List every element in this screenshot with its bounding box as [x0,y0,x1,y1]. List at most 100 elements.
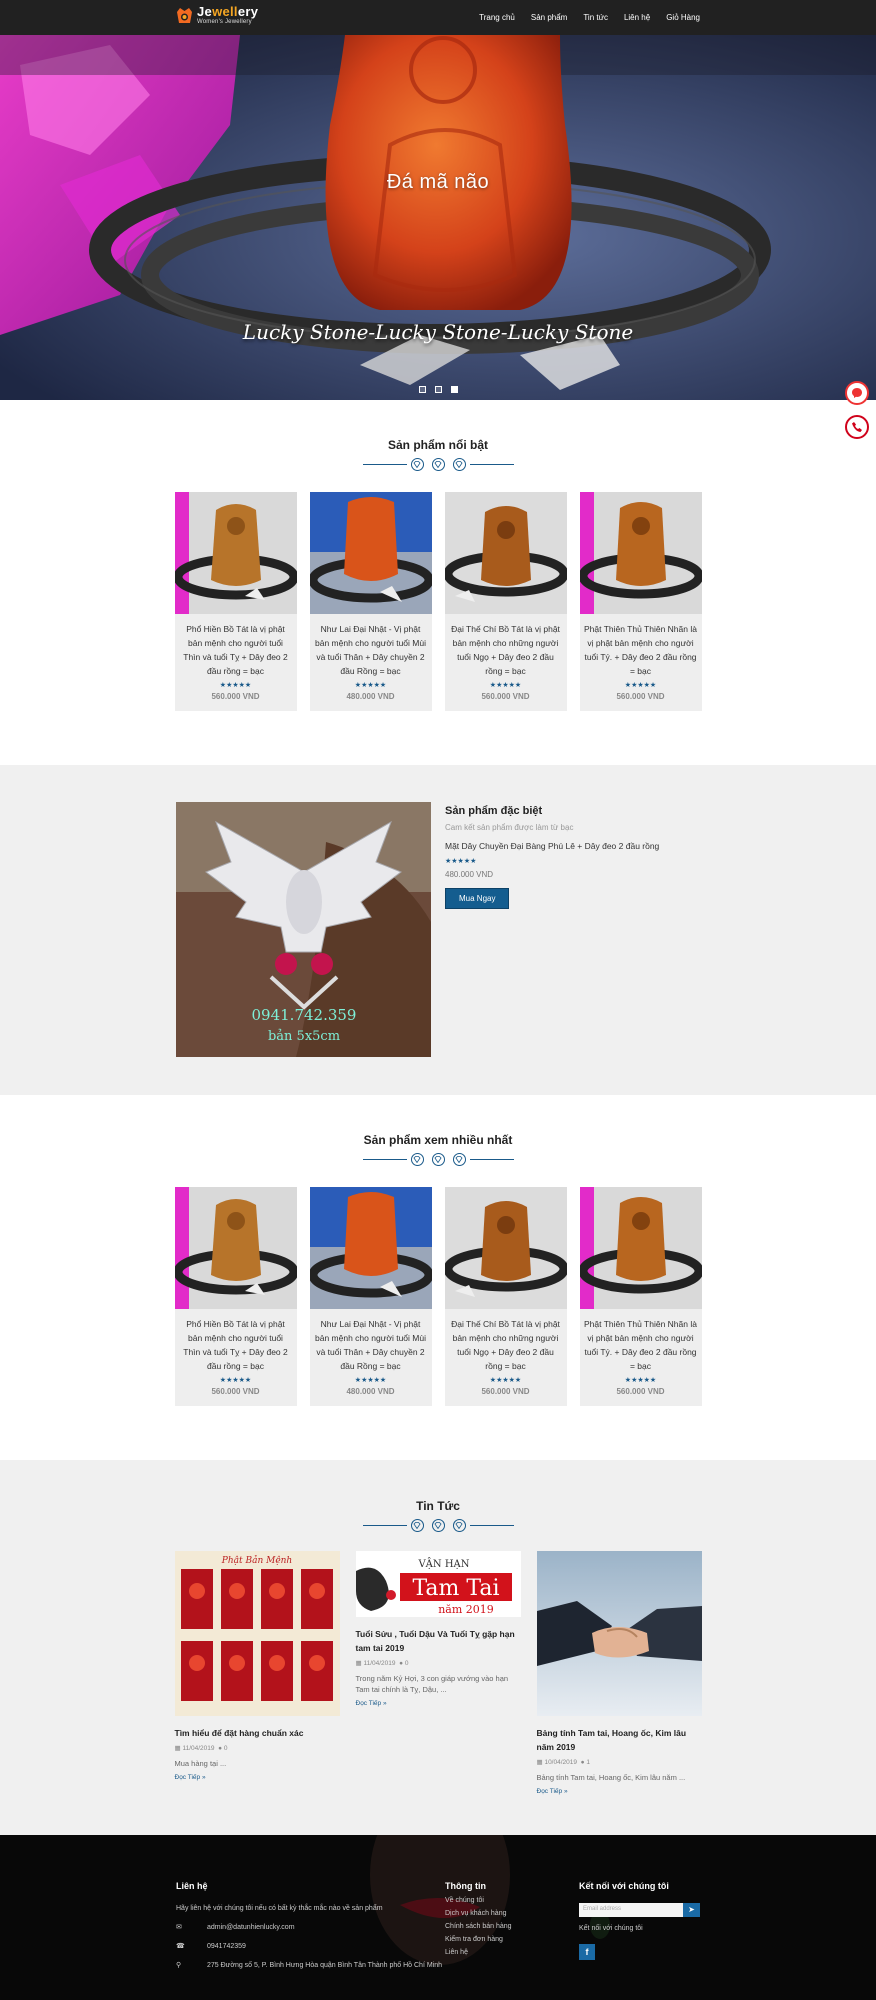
product-price: 480.000 VND [346,1387,395,1396]
product-image[interactable] [444,492,567,614]
product-image[interactable] [579,1187,702,1309]
diamond-icon [410,1519,424,1532]
newsletter-form: Email address ➤ [579,1903,700,1917]
product-card[interactable]: Phổ Hiền Bồ Tát là vị phật bản mệnh cho … [174,492,297,711]
nav-cart[interactable]: Giỏ Hàng [666,13,700,22]
read-more-link[interactable]: Đọc Tiếp » [537,1788,702,1795]
product-price: 560.000 VND [211,692,260,701]
product-name[interactable]: Phật Thiên Thủ Thiên Nhãn là vị phật bản… [580,1309,702,1373]
diamond-icon [431,1519,445,1532]
read-more-link[interactable]: Đọc Tiếp » [175,1774,340,1781]
product-name[interactable]: Phổ Hiền Bồ Tát là vị phật bản mệnh cho … [175,1309,297,1373]
product-card[interactable]: Phổ Hiền Bồ Tát là vị phật bản mệnh cho … [174,1187,297,1406]
news-post-title[interactable]: Tuổi Sửu , Tuổi Dậu Và Tuổi Tỵ gặp hạn t… [356,1627,521,1655]
footer-contact-title: Liên hệ [176,1881,208,1891]
call-button[interactable] [845,415,869,439]
hero-subtitle: Lucky Stone-Lucky Stone-Lucky Stone [242,320,634,344]
rating-stars: ★★★★★ [354,682,387,689]
product-price: 480.000 VND [346,692,395,701]
nav-contact[interactable]: Liên hệ [624,13,650,22]
footer-link-order-check[interactable]: Kiểm tra đơn hàng [445,1936,512,1943]
rating-stars: ★★★★★ [624,682,657,689]
footer-phone[interactable]: 0941742359 [207,1943,246,1950]
news-title: Tin Tức [416,1499,460,1513]
slide-dot-1[interactable] [419,386,426,393]
messenger-button[interactable] [845,381,869,405]
product-image[interactable] [579,492,702,614]
news-post-title[interactable]: Bảng tính Tam tai, Hoang ốc, Kim lâu năm… [537,1726,702,1754]
news-image[interactable] [536,1551,702,1716]
news-post[interactable]: Phật Bản Mệnh Tìm hiểu để đặt hàng chuẩn… [174,1551,340,1795]
footer-link-contact[interactable]: Liên hệ [445,1949,512,1956]
product-image[interactable] [444,1187,567,1309]
special-product-section: 0941.742.359 bản 5x5cm Sản phẩm đặc biệt… [0,765,876,1095]
footer-connect-title: Kết nối với chúng tôi [579,1881,669,1891]
phone-icon [852,422,862,432]
product-price: 560.000 VND [481,692,530,701]
news-post-title[interactable]: Tìm hiểu để đặt hàng chuẩn xác [175,1726,340,1740]
slide-dot-2[interactable] [435,386,442,393]
product-image[interactable] [309,1187,432,1309]
news-image[interactable]: VẬN HẠN Tam Tai năm 2019 [355,1551,521,1617]
special-product-image[interactable]: 0941.742.359 bản 5x5cm [176,802,431,1057]
news-image[interactable]: Phật Bản Mệnh [174,1551,340,1716]
site-header: Jewellery Women's Jewellery Trang chủ Sả… [0,0,876,35]
product-card[interactable]: Như Lai Đại Nhật - Vị phật bản mệnh cho … [309,1187,432,1406]
special-product-name[interactable]: Mặt Dây Chuyền Đại Bàng Phú Lê + Dây đeo… [445,841,659,851]
phone-icon: ☎ [176,1943,185,1950]
product-image[interactable] [174,1187,297,1309]
product-name[interactable]: Đại Thế Chí Bồ Tát là vị phật bản mệnh c… [445,614,567,678]
logo-subtitle: Women's Jewellery [197,19,252,25]
product-card[interactable]: Đại Thế Chí Bồ Tát là vị phật bản mệnh c… [444,1187,567,1406]
footer-link-policy[interactable]: Chính sách bán hàng [445,1923,512,1930]
footer-info-title: Thông tin [445,1881,486,1891]
footer-link-service[interactable]: Dịch vụ khách hàng [445,1910,512,1917]
footer-link-about[interactable]: Về chúng tôi [445,1897,512,1904]
nav-home[interactable]: Trang chủ [479,13,515,22]
send-icon[interactable]: ➤ [683,1903,700,1917]
diamond-icon [410,1153,424,1166]
special-subtitle: Cam kết sản phẩm được làm từ bạc [445,823,574,832]
footer-connect-text: Kết nối với chúng tôi [579,1925,643,1932]
newsletter-email-input[interactable]: Email address [579,1903,683,1917]
rating-stars: ★★★★★ [219,1377,252,1384]
diamond-icon [452,1153,466,1166]
slide-dot-3[interactable] [451,386,458,393]
product-card[interactable]: Như Lai Đại Nhật - Vị phật bản mệnh cho … [309,492,432,711]
buy-now-button[interactable]: Mua Ngay [445,888,510,909]
product-name[interactable]: Như Lai Đại Nhật - Vị phật bản mệnh cho … [310,614,432,678]
news-image-title: Phật Bản Mệnh [220,1555,291,1566]
messenger-icon [852,388,862,398]
nav-products[interactable]: Sản phẩm [531,13,567,22]
product-image[interactable] [174,492,297,614]
footer-email[interactable]: admin@datunhienlucky.com [207,1924,295,1931]
product-price: 560.000 VND [616,692,665,701]
hero-slider[interactable]: Đá mã não Lucky Stone-Lucky Stone-Lucky … [0,35,876,400]
logo-icon [177,8,192,23]
news-post[interactable]: VẬN HẠN Tam Tai năm 2019 Tuổi Sửu , Tuổi… [355,1551,521,1795]
most-viewed-products: Phổ Hiền Bồ Tát là vị phật bản mệnh cho … [174,1187,702,1406]
product-image[interactable] [309,492,432,614]
rating-stars: ★★★★★ [624,1377,657,1384]
nav-news[interactable]: Tin tức [583,13,608,22]
product-name[interactable]: Đại Thế Chí Bồ Tát là vị phật bản mệnh c… [445,1309,567,1373]
product-price: 560.000 VND [616,1387,665,1396]
product-name[interactable]: Phật Thiên Thủ Thiên Nhãn là vị phật bản… [580,614,702,678]
product-name[interactable]: Như Lai Đại Nhật - Vị phật bản mệnh cho … [310,1309,432,1373]
product-card[interactable]: Đại Thế Chí Bồ Tát là vị phật bản mệnh c… [444,492,567,711]
featured-title: Sản phẩm nổi bật [387,438,488,452]
logo[interactable]: Jewellery Women's Jewellery [176,5,258,25]
product-name[interactable]: Phổ Hiền Bồ Tát là vị phật bản mệnh cho … [175,614,297,678]
image-size-text: bản 5x5cm [268,1029,340,1044]
facebook-icon[interactable]: f [579,1944,595,1960]
rating-stars: ★★★★★ [219,682,252,689]
news-image-line2: Tam Tai [412,1576,499,1601]
product-card[interactable]: Phật Thiên Thủ Thiên Nhãn là vị phật bản… [579,492,702,711]
diamond-icon [431,458,445,471]
news-post[interactable]: Bảng tính Tam tai, Hoang ốc, Kim lâu năm… [536,1551,702,1795]
news-section: Tin Tức Phật Bản Mệnh Tìm hiểu để đặt hà… [0,1460,876,1835]
product-card[interactable]: Phật Thiên Thủ Thiên Nhãn là vị phật bản… [579,1187,702,1406]
product-price: 560.000 VND [481,1387,530,1396]
read-more-link[interactable]: Đọc Tiếp » [356,1700,521,1707]
news-post-meta: ▦ 11/04/2019 ● 0 [355,1660,409,1667]
